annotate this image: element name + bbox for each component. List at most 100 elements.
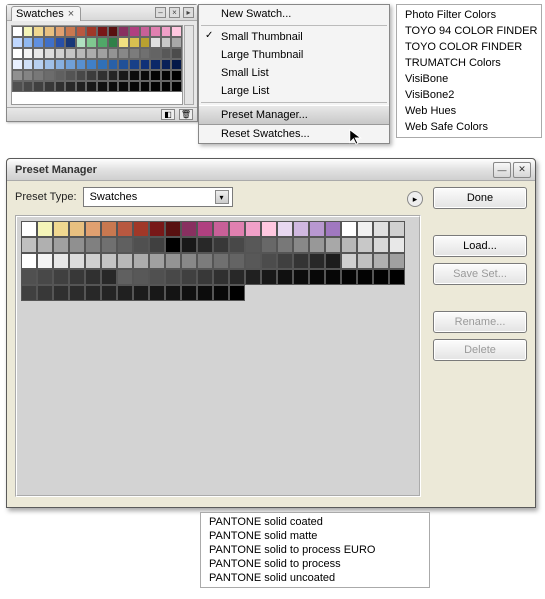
- swatch-cell[interactable]: [129, 81, 140, 92]
- swatch-cell[interactable]: [86, 81, 97, 92]
- swatch-cell[interactable]: [44, 59, 55, 70]
- swatch-cell[interactable]: [309, 253, 325, 269]
- swatch-cell[interactable]: [357, 253, 373, 269]
- swatch-cell[interactable]: [140, 81, 151, 92]
- swatch-cell[interactable]: [23, 48, 34, 59]
- swatch-cell[interactable]: [76, 59, 87, 70]
- swatch-cell[interactable]: [12, 59, 23, 70]
- swatch-cell[interactable]: [389, 253, 405, 269]
- swatch-cell[interactable]: [309, 237, 325, 253]
- swatch-cell[interactable]: [97, 26, 108, 37]
- swatch-cell[interactable]: [65, 59, 76, 70]
- titlebar[interactable]: Preset Manager — ✕: [7, 159, 535, 181]
- swatch-cell[interactable]: [149, 269, 165, 285]
- swatch-cell[interactable]: [44, 81, 55, 92]
- swatch-cell[interactable]: [33, 48, 44, 59]
- swatch-cell[interactable]: [150, 48, 161, 59]
- swatch-cell[interactable]: [97, 48, 108, 59]
- swatch-cell[interactable]: [55, 26, 66, 37]
- swatch-cell[interactable]: [165, 221, 181, 237]
- swatch-cell[interactable]: [21, 237, 37, 253]
- swatch-cell[interactable]: [389, 269, 405, 285]
- swatch-cell[interactable]: [133, 269, 149, 285]
- swatch-cell[interactable]: [12, 48, 23, 59]
- swatch-cell[interactable]: [69, 253, 85, 269]
- swatch-cell[interactable]: [197, 269, 213, 285]
- swatch-cell[interactable]: [53, 221, 69, 237]
- swatch-cell[interactable]: [149, 237, 165, 253]
- swatch-cell[interactable]: [118, 37, 129, 48]
- swatch-cell[interactable]: [86, 48, 97, 59]
- swatch-cell[interactable]: [44, 37, 55, 48]
- swatch-cell[interactable]: [44, 48, 55, 59]
- swatch-cell[interactable]: [213, 237, 229, 253]
- swatch-cell[interactable]: [389, 221, 405, 237]
- swatch-cell[interactable]: [245, 221, 261, 237]
- swatch-cell[interactable]: [245, 237, 261, 253]
- swatch-cell[interactable]: [37, 253, 53, 269]
- swatch-cell[interactable]: [76, 48, 87, 59]
- swatch-cell[interactable]: [277, 269, 293, 285]
- swatch-cell[interactable]: [309, 221, 325, 237]
- swatch-cell[interactable]: [229, 285, 245, 301]
- swatch-cell[interactable]: [65, 26, 76, 37]
- swatch-cell[interactable]: [171, 59, 182, 70]
- swatch-cell[interactable]: [12, 26, 23, 37]
- menu-item-preset-manager[interactable]: Preset Manager...: [199, 105, 389, 125]
- save-set-button[interactable]: Save Set...: [433, 263, 527, 285]
- delete-button[interactable]: Delete: [433, 339, 527, 361]
- swatch-cell[interactable]: [373, 237, 389, 253]
- swatch-cell[interactable]: [261, 269, 277, 285]
- swatch-cell[interactable]: [150, 26, 161, 37]
- swatch-cell[interactable]: [76, 70, 87, 81]
- swatch-cell[interactable]: [133, 237, 149, 253]
- swatch-cell[interactable]: [118, 59, 129, 70]
- swatch-cell[interactable]: [165, 285, 181, 301]
- swatch-cell[interactable]: [44, 70, 55, 81]
- swatch-cell[interactable]: [37, 285, 53, 301]
- swatch-cell[interactable]: [325, 237, 341, 253]
- list-item[interactable]: PANTONE solid to process EURO: [201, 543, 429, 557]
- swatch-cell[interactable]: [213, 269, 229, 285]
- list-item[interactable]: TRUMATCH Colors: [397, 55, 541, 71]
- new-swatch-icon[interactable]: ◧: [161, 109, 175, 120]
- list-item[interactable]: TOYO 94 COLOR FINDER: [397, 23, 541, 39]
- menu-item-small-thumbnail[interactable]: Small Thumbnail: [199, 28, 389, 46]
- list-item[interactable]: Photo Filter Colors: [397, 7, 541, 23]
- swatch-cell[interactable]: [181, 221, 197, 237]
- swatch-cell[interactable]: [140, 26, 151, 37]
- swatch-cell[interactable]: [140, 37, 151, 48]
- swatch-cell[interactable]: [86, 59, 97, 70]
- swatch-cell[interactable]: [129, 37, 140, 48]
- close-icon[interactable]: ×: [68, 8, 74, 20]
- swatches-tab[interactable]: Swatches×: [11, 6, 81, 21]
- swatch-cell[interactable]: [161, 26, 172, 37]
- swatch-cell[interactable]: [171, 81, 182, 92]
- swatch-cell[interactable]: [325, 253, 341, 269]
- swatch-cell[interactable]: [165, 237, 181, 253]
- swatch-cell[interactable]: [133, 221, 149, 237]
- swatch-cell[interactable]: [150, 81, 161, 92]
- delete-swatch-icon[interactable]: 🗑: [179, 109, 193, 120]
- list-item[interactable]: TOYO COLOR FINDER: [397, 39, 541, 55]
- swatch-cell[interactable]: [213, 221, 229, 237]
- swatch-cell[interactable]: [85, 285, 101, 301]
- swatch-cell[interactable]: [171, 26, 182, 37]
- swatch-cell[interactable]: [97, 70, 108, 81]
- swatch-cell[interactable]: [69, 237, 85, 253]
- swatches-grid[interactable]: [11, 25, 183, 105]
- swatch-cell[interactable]: [341, 253, 357, 269]
- swatch-cell[interactable]: [357, 269, 373, 285]
- swatch-cell[interactable]: [33, 59, 44, 70]
- swatch-cell[interactable]: [97, 59, 108, 70]
- swatch-cell[interactable]: [171, 70, 182, 81]
- swatch-cell[interactable]: [21, 221, 37, 237]
- swatch-cell[interactable]: [118, 26, 129, 37]
- swatch-cell[interactable]: [108, 37, 119, 48]
- swatch-cell[interactable]: [53, 269, 69, 285]
- close-panel-icon[interactable]: ×: [169, 7, 180, 18]
- swatch-cell[interactable]: [341, 221, 357, 237]
- swatch-cell[interactable]: [86, 26, 97, 37]
- swatch-cell[interactable]: [55, 59, 66, 70]
- swatch-cell[interactable]: [101, 253, 117, 269]
